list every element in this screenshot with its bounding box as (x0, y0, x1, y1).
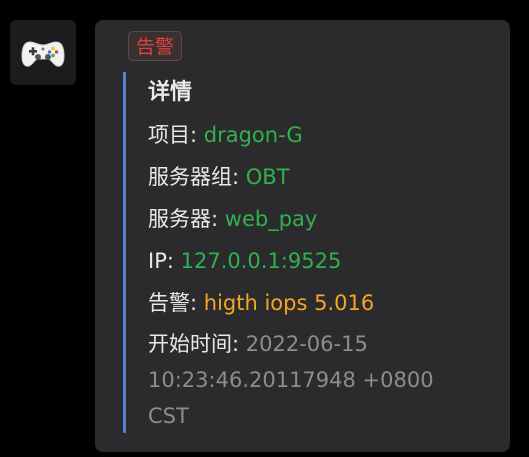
field-label: 项目: (148, 123, 204, 147)
field-label: 服务器组: (148, 165, 246, 189)
field-server-group: 服务器组: OBT (148, 158, 498, 196)
field-project: 项目: dragon-G (148, 116, 498, 154)
gamepad-icon (21, 40, 65, 67)
field-label: IP: (148, 249, 181, 273)
field-label: 告警: (148, 291, 204, 315)
field-label: 开始时间: (148, 332, 246, 356)
alert-details: 详情 项目: dragon-G 服务器组: OBT 服务器: web_pay I… (148, 74, 498, 438)
alert-tag: 告警 (128, 31, 183, 61)
field-label: 服务器: (148, 207, 225, 231)
chat-screen: 告警 详情 项目: dragon-G 服务器组: OBT 服务器: web_pa… (0, 0, 529, 457)
field-alert: 告警: higth iops 5.016 (148, 284, 498, 322)
field-value: OBT (245, 165, 290, 189)
message-bubble[interactable]: 告警 详情 项目: dragon-G 服务器组: OBT 服务器: web_pa… (95, 20, 510, 452)
field-server: 服务器: web_pay (148, 200, 498, 238)
field-ip: IP: 127.0.0.1:9525 (148, 242, 498, 280)
field-value: higth iops 5.016 (203, 291, 375, 315)
field-value: web_pay (224, 207, 318, 231)
field-start-time: 开始时间: 2022-06-15 10:23:46.20117948 +0800… (148, 326, 478, 434)
avatar[interactable] (10, 20, 76, 85)
quote-bar (123, 72, 126, 433)
field-value: dragon-G (203, 123, 303, 147)
details-title: 详情 (148, 80, 193, 105)
field-value: 127.0.0.1:9525 (180, 249, 342, 273)
